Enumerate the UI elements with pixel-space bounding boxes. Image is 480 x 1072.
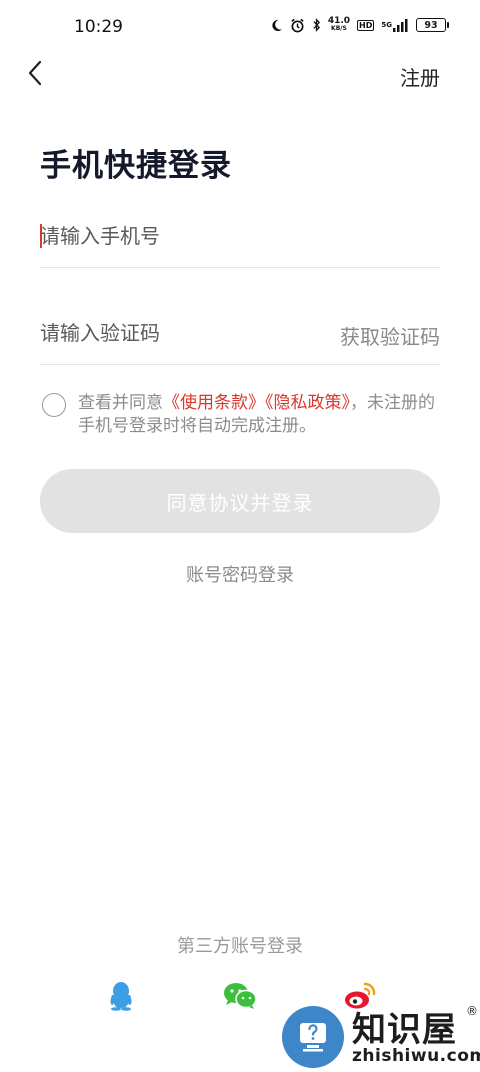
privacy-link[interactable]: 《隐私政策》 xyxy=(265,393,350,413)
phone-field xyxy=(40,208,440,268)
get-code-button[interactable]: 获取验证码 xyxy=(340,321,440,350)
network-speed: 41.0 KB/S xyxy=(328,17,350,33)
watermark-question-icon xyxy=(282,1006,344,1068)
phone-input[interactable] xyxy=(40,214,320,258)
watermark-title: 知识屋 xyxy=(352,1010,457,1050)
network-speed-value: 41.0 xyxy=(327,16,351,26)
status-bar: 10:29 41.0 KB/S HD 5G 93 xyxy=(0,0,480,56)
bluetooth-icon xyxy=(312,18,321,32)
password-login-link[interactable]: 账号密码登录 xyxy=(0,561,480,587)
qq-icon xyxy=(110,982,132,1011)
terms-link[interactable]: 《使用条款》 xyxy=(163,393,265,413)
verification-code-input[interactable] xyxy=(40,311,320,355)
verification-code-field: 获取验证码 xyxy=(40,305,440,365)
page-title: 手机快捷登录 xyxy=(40,148,232,184)
agreement-prefix: 查看并同意 xyxy=(78,393,163,413)
moon-icon xyxy=(270,19,283,32)
agree-and-login-button[interactable]: 同意协议并登录 xyxy=(40,469,440,533)
chevron-left-icon xyxy=(28,60,42,86)
cellular-signal-icon: 5G xyxy=(381,18,409,32)
watermark-domain: zhishiwu.com xyxy=(352,1046,480,1066)
wechat-icon xyxy=(224,983,257,1009)
network-speed-unit: KB/S xyxy=(331,25,347,32)
agreement-text: 查看并同意《使用条款》《隐私政策》，未注册的手机号登录时将自动完成注册。 xyxy=(78,392,440,438)
watermark-logo: 知识屋 ® zhishiwu.com xyxy=(280,1000,480,1072)
hd-badge: HD xyxy=(357,19,375,31)
battery-indicator: 93 xyxy=(416,18,449,32)
signal-type: 5G xyxy=(381,21,392,29)
login-screen: 10:29 41.0 KB/S HD 5G 93 注册 手机快捷登录 请输入手机… xyxy=(0,0,480,1072)
alarm-icon xyxy=(290,18,305,33)
third-party-login-title: 第三方账号登录 xyxy=(177,936,303,957)
status-time: 10:29 xyxy=(74,17,123,37)
register-link[interactable]: 注册 xyxy=(400,62,440,91)
qq-login-button[interactable] xyxy=(103,978,139,1014)
back-button[interactable] xyxy=(22,60,48,86)
status-icons: 41.0 KB/S HD 5G 93 xyxy=(270,17,449,33)
agreement-checkbox[interactable] xyxy=(42,393,66,417)
wechat-login-button[interactable] xyxy=(222,978,258,1014)
watermark-registered-mark: ® xyxy=(466,1004,478,1018)
